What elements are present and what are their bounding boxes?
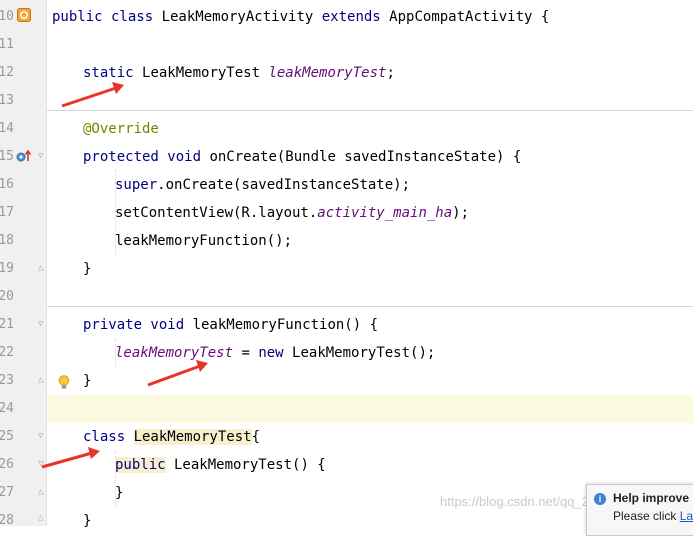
code-line-21[interactable]: private void leakMemoryFunction() { — [83, 311, 693, 339]
code-text: = — [233, 345, 259, 361]
keyword: protected void — [83, 149, 210, 165]
keyword: static — [83, 65, 143, 81]
code-line-17[interactable]: setContentView(R.layout.activity_main_ha… — [115, 199, 693, 227]
code-line-25[interactable]: class LeakMemoryTest{ — [83, 423, 693, 451]
keyword: new — [258, 345, 293, 361]
line-number: 26 — [0, 457, 14, 472]
current-line-highlight — [47, 395, 693, 423]
line-number: 21 — [0, 317, 14, 332]
line-number: 20 — [0, 289, 14, 304]
line-number: 19 — [0, 261, 14, 276]
code-text: ); — [452, 205, 470, 221]
line-number: 12 — [0, 65, 14, 80]
code-editor[interactable]: public class LeakMemoryActivity extends … — [47, 0, 693, 529]
line-number: 15 — [0, 149, 14, 164]
line-number: 22 — [0, 345, 14, 360]
info-icon: i — [594, 493, 606, 505]
keyword: super — [115, 177, 158, 193]
keyword: extends — [321, 9, 390, 25]
lightbulb-icon[interactable] — [58, 375, 70, 390]
line-number: 25 — [0, 429, 14, 444]
keyword: class — [83, 429, 134, 445]
field-name: activity_main_ha — [317, 205, 453, 221]
line-number: 28 — [0, 513, 14, 528]
popup-title: Help improve — [613, 491, 690, 505]
keyword: private void — [83, 317, 193, 333]
field-name: leakMemoryTest — [115, 345, 234, 361]
code-text: AppCompatActivity { — [389, 9, 550, 25]
code-text: onCreate(Bundle savedInstanceState) { — [209, 149, 522, 165]
class-icon[interactable] — [17, 8, 31, 22]
popup-body: Please click La — [613, 509, 693, 523]
line-number: 10 — [0, 9, 14, 24]
type-name: LeakMemoryTest — [142, 65, 269, 81]
code-text: LeakMemoryTest(); — [292, 345, 436, 361]
code-text: ; — [386, 65, 395, 81]
line-number: 24 — [0, 401, 14, 416]
watermark: https://blog.csdn.net/qq_29... — [440, 494, 607, 509]
code-text: { — [251, 429, 261, 445]
line-number: 27 — [0, 485, 14, 500]
code-line-18[interactable]: leakMemoryFunction(); — [115, 227, 693, 255]
code-line-14[interactable]: @Override — [83, 115, 693, 143]
code-text: leakMemoryFunction() { — [192, 317, 379, 333]
line-number: 23 — [0, 373, 14, 388]
method-separator — [47, 110, 693, 111]
code-line-12[interactable]: static LeakMemoryTest leakMemoryTest; — [83, 59, 693, 87]
popup-link[interactable]: La — [680, 509, 693, 523]
line-number: 13 — [0, 93, 14, 108]
line-number: 11 — [0, 37, 14, 52]
code-line-15[interactable]: protected void onCreate(Bundle savedInst… — [83, 143, 693, 171]
code-line-16[interactable]: super.onCreate(savedInstanceState); — [115, 171, 693, 199]
code-line-10[interactable]: public class LeakMemoryActivity extends … — [52, 3, 693, 31]
editor-gutter[interactable]: 10 11 12 13 14 15 16 17 18 19 20 21 22 2… — [0, 0, 70, 528]
class-name: LeakMemoryActivity — [161, 9, 322, 25]
method-separator — [47, 306, 693, 307]
class-name: LeakMemoryTest — [133, 429, 252, 445]
code-text: setContentView(R.layout. — [115, 205, 318, 221]
popup-text: Please click — [613, 509, 680, 523]
line-number: 16 — [0, 177, 14, 192]
line-number: 14 — [0, 121, 14, 136]
keyword: public — [115, 457, 166, 473]
annotation: @Override — [83, 121, 159, 137]
code-line-22[interactable]: leakMemoryTest = new LeakMemoryTest(); — [115, 339, 693, 367]
code-line-23[interactable]: } — [83, 367, 693, 395]
override-marker-icon[interactable] — [16, 149, 32, 163]
help-improve-popup[interactable]: i Help improve Please click La — [586, 484, 693, 536]
keyword: public class — [52, 9, 162, 25]
code-text: .onCreate(savedInstanceState); — [157, 177, 411, 193]
line-number: 17 — [0, 205, 14, 220]
code-line-26[interactable]: public LeakMemoryTest() { — [115, 451, 693, 479]
field-name: leakMemoryTest — [268, 65, 387, 81]
code-text: LeakMemoryTest() { — [165, 457, 326, 473]
line-number: 18 — [0, 233, 14, 248]
code-line-19[interactable]: } — [83, 255, 693, 283]
